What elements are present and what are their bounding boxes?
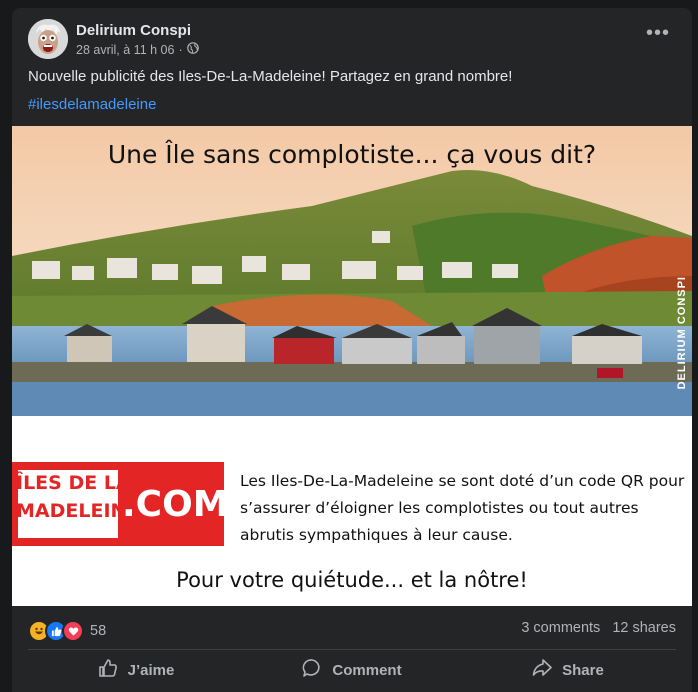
- meta-separator: ·: [178, 42, 183, 57]
- post-card: Delirium Conspi 28 avril, à 11 h 06 · ••…: [12, 8, 692, 692]
- engagement-counts: 3 comments 12 shares: [521, 620, 676, 636]
- divider: [28, 649, 676, 650]
- like-button[interactable]: J’aime: [28, 652, 244, 688]
- logo-line-1: ÎLES DE LA: [16, 472, 131, 494]
- landscape-photo: [12, 126, 692, 416]
- comments-count-link[interactable]: 3 comments: [521, 620, 600, 636]
- more-options-button[interactable]: •••: [646, 23, 670, 43]
- hashtag-link[interactable]: #ilesdelamadeleine: [28, 96, 156, 113]
- comment-button[interactable]: Comment: [244, 652, 460, 688]
- timestamp[interactable]: 28 avril, à 11 h 06: [76, 43, 174, 57]
- ad-description: Les Iles-De-La-Madeleine se sont doté d’…: [240, 472, 685, 544]
- action-bar: J’aime Comment Share: [28, 652, 676, 688]
- thumbs-up-icon: [98, 658, 118, 682]
- like-label: J’aime: [127, 661, 175, 679]
- reaction-count: 58: [90, 623, 107, 639]
- share-icon: [532, 658, 552, 682]
- share-button[interactable]: Share: [460, 652, 676, 688]
- comment-label: Comment: [332, 661, 402, 679]
- shares-count-link[interactable]: 12 shares: [612, 620, 676, 636]
- post-image[interactable]: Une Île sans complotiste... ça vous dit?…: [12, 126, 692, 606]
- share-label: Share: [562, 661, 604, 679]
- logo-line-2: MADELEINE: [16, 500, 140, 522]
- ad-tagline: Pour votre quiétude... et la nôtre!: [176, 568, 528, 592]
- post-stats: 58 3 comments 12 shares: [28, 620, 676, 642]
- love-icon: [62, 620, 84, 642]
- image-title: Une Île sans complotiste... ça vous dit?: [107, 140, 597, 169]
- watermark: DELIRIUM CONSPI: [676, 276, 688, 390]
- comment-icon: [302, 658, 322, 682]
- avatar[interactable]: [28, 19, 68, 59]
- author-name[interactable]: Delirium Conspi: [76, 22, 191, 39]
- iles-de-la-madeleine-logo: ÎLES DE LA MADELEINE .COM: [12, 462, 229, 546]
- logo-com: .COM: [122, 484, 229, 525]
- globe-icon: [186, 42, 199, 57]
- reactions-summary[interactable]: 58: [28, 620, 106, 642]
- post-text: Nouvelle publicité des Iles-De-La-Madele…: [28, 68, 513, 85]
- post-meta: 28 avril, à 11 h 06 ·: [76, 42, 199, 57]
